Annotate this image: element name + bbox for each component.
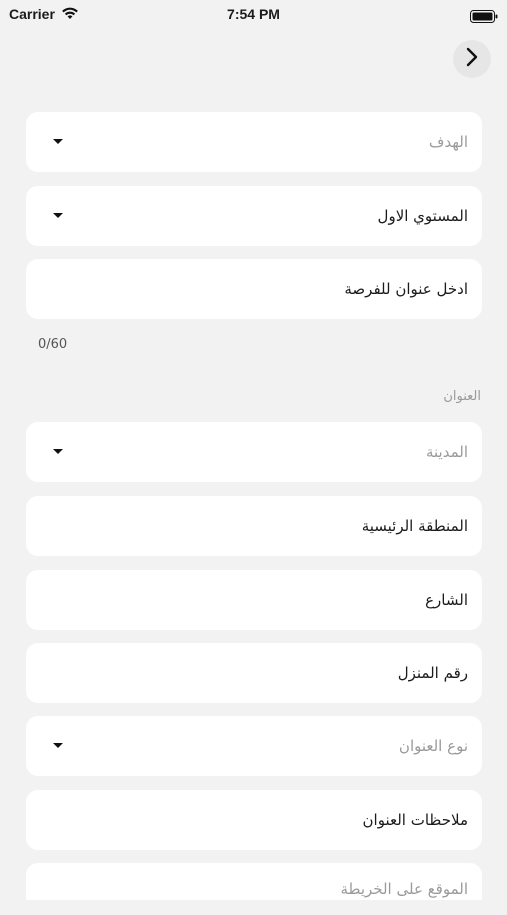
- street-placeholder: الشارع: [425, 591, 468, 609]
- address-type-select[interactable]: نوع العنوان: [26, 716, 482, 776]
- level-select-value: المستوي الاول: [377, 207, 468, 225]
- house-number-input[interactable]: رقم المنزل: [26, 643, 482, 703]
- opportunity-title-input[interactable]: ادخل عنوان للفرصة: [26, 259, 482, 319]
- back-button[interactable]: [453, 40, 491, 78]
- status-bar: Carrier 7:54 PM: [0, 0, 507, 30]
- opportunity-title-placeholder: ادخل عنوان للفرصة: [344, 280, 468, 298]
- clock: 7:54 PM: [227, 6, 280, 22]
- main-area-placeholder: المنطقة الرئيسية: [361, 517, 468, 535]
- house-number-placeholder: رقم المنزل: [397, 664, 468, 682]
- dropdown-arrow-icon: [53, 213, 63, 218]
- chevron-right-icon: [465, 47, 479, 71]
- level-select[interactable]: المستوي الاول: [26, 186, 482, 246]
- dropdown-arrow-icon: [53, 743, 63, 748]
- character-counter: 0/60: [38, 337, 68, 352]
- dropdown-arrow-icon: [53, 449, 63, 454]
- address-type-placeholder: نوع العنوان: [398, 737, 468, 755]
- address-notes-input[interactable]: ملاحظات العنوان: [26, 790, 482, 850]
- goal-select[interactable]: الهدف: [26, 112, 482, 172]
- address-notes-placeholder: ملاحظات العنوان: [362, 811, 468, 829]
- dropdown-arrow-icon: [53, 139, 63, 144]
- city-select[interactable]: المدينة: [26, 422, 482, 482]
- address-section-label: العنوان: [443, 389, 481, 404]
- city-select-placeholder: المدينة: [425, 443, 468, 461]
- main-area-input[interactable]: المنطقة الرئيسية: [26, 496, 482, 556]
- map-location-input[interactable]: الموقع على الخريطة: [26, 863, 482, 900]
- battery-icon: [470, 8, 498, 27]
- goal-select-placeholder: الهدف: [428, 133, 468, 151]
- map-location-placeholder: الموقع على الخريطة: [340, 880, 469, 898]
- street-input[interactable]: الشارع: [26, 570, 482, 630]
